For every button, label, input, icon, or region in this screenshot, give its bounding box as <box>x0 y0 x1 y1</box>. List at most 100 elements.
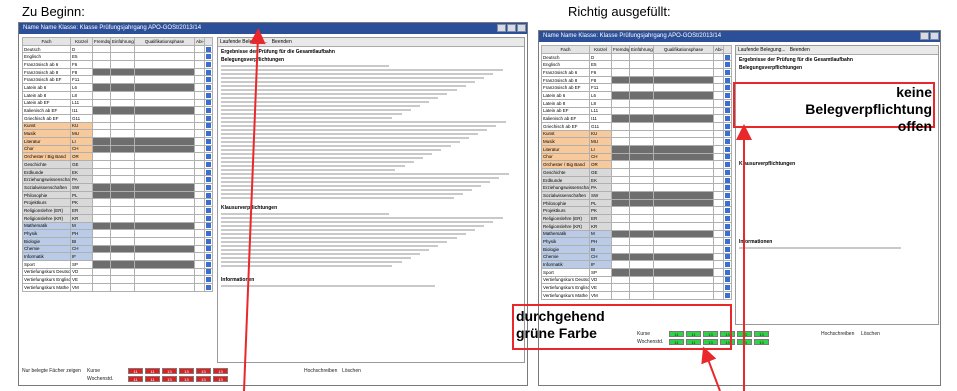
row-action[interactable] <box>723 144 732 154</box>
q-cell[interactable] <box>653 283 714 292</box>
q-cell[interactable] <box>134 190 195 200</box>
abi-cell[interactable] <box>713 229 724 239</box>
row-action[interactable] <box>723 91 732 100</box>
ef-cell[interactable] <box>629 91 654 100</box>
q-cell[interactable] <box>653 60 714 70</box>
row-action[interactable] <box>723 260 732 269</box>
row-action[interactable] <box>723 283 732 292</box>
fremdsp-cell[interactable] <box>611 175 630 185</box>
abi-cell[interactable] <box>713 75 724 85</box>
row-action[interactable] <box>204 60 213 69</box>
row-action[interactable] <box>204 244 213 254</box>
fremdsp-cell[interactable] <box>92 283 111 292</box>
ef-cell[interactable] <box>629 60 654 70</box>
abi-cell[interactable] <box>713 267 724 277</box>
row-action[interactable] <box>723 106 732 116</box>
abi-cell[interactable] <box>713 291 724 300</box>
abi-cell[interactable] <box>194 190 205 200</box>
ef-cell[interactable] <box>110 121 135 131</box>
fremdsp-cell[interactable] <box>611 52 630 62</box>
table-row[interactable]: Physik PH <box>22 229 213 238</box>
table-row[interactable]: Orchester / Big Band OR <box>541 160 732 169</box>
row-action[interactable] <box>204 136 213 146</box>
q-cell[interactable] <box>134 275 195 284</box>
ef-cell[interactable] <box>629 252 654 262</box>
fremdsp-cell[interactable] <box>611 252 630 262</box>
maximize-button[interactable] <box>920 32 929 40</box>
fremdsp-cell[interactable] <box>611 291 630 300</box>
abi-cell[interactable] <box>194 183 205 192</box>
q-cell[interactable] <box>653 252 714 262</box>
row-action[interactable] <box>723 267 732 277</box>
loeschen-label[interactable]: Löschen <box>861 331 880 337</box>
ef-cell[interactable] <box>110 244 135 254</box>
ef-cell[interactable] <box>629 152 654 162</box>
fremdsp-cell[interactable] <box>611 160 630 169</box>
q-cell[interactable] <box>653 244 714 254</box>
ef-cell[interactable] <box>629 121 654 131</box>
ef-cell[interactable] <box>629 168 654 177</box>
ef-cell[interactable] <box>629 260 654 269</box>
ef-cell[interactable] <box>629 75 654 85</box>
row-action[interactable] <box>204 144 213 154</box>
fremdsp-cell[interactable] <box>611 214 630 223</box>
q-cell[interactable] <box>134 75 195 85</box>
q-cell[interactable] <box>134 167 195 177</box>
q-cell[interactable] <box>134 229 195 238</box>
table-row[interactable]: Italienisch ab EF I11 <box>541 114 732 123</box>
row-action[interactable] <box>723 221 732 231</box>
abi-cell[interactable] <box>713 52 724 62</box>
table-row[interactable]: Physik PH <box>541 237 732 246</box>
table-row[interactable]: Französisch ab 6 F6 <box>541 68 732 77</box>
table-row[interactable]: Französisch ab EF F11 <box>22 75 213 85</box>
ef-cell[interactable] <box>110 183 135 192</box>
row-action[interactable] <box>204 90 213 100</box>
table-row[interactable]: Musik MU <box>541 137 732 146</box>
row-action[interactable] <box>204 259 213 269</box>
fremdsp-cell[interactable] <box>92 213 111 223</box>
beenden-button[interactable]: Beenden <box>790 47 810 53</box>
fremdsp-cell[interactable] <box>611 83 630 93</box>
q-cell[interactable] <box>134 129 195 138</box>
ef-cell[interactable] <box>110 267 135 277</box>
q-cell[interactable] <box>134 267 195 277</box>
table-row[interactable]: Italienisch ab EF I11 <box>22 106 213 115</box>
abi-cell[interactable] <box>194 67 205 77</box>
row-action[interactable] <box>723 237 732 246</box>
row-action[interactable] <box>723 229 732 239</box>
q-cell[interactable] <box>653 175 714 185</box>
table-row[interactable]: Literatur LI <box>22 136 213 146</box>
fremdsp-cell[interactable] <box>92 198 111 208</box>
abi-cell[interactable] <box>194 167 205 177</box>
abi-cell[interactable] <box>713 283 724 292</box>
ef-cell[interactable] <box>629 291 654 300</box>
hochschreiben-label[interactable]: Hochschreiben <box>821 331 854 337</box>
ef-cell[interactable] <box>629 114 654 123</box>
table-row[interactable]: Griechisch ab EF G11 <box>22 113 213 123</box>
row-action[interactable] <box>723 206 732 216</box>
abi-cell[interactable] <box>713 191 724 200</box>
abi-cell[interactable] <box>194 44 205 54</box>
abi-cell[interactable] <box>194 244 205 254</box>
table-row[interactable]: Deutsch D <box>22 44 213 54</box>
q-cell[interactable] <box>134 244 195 254</box>
fremdsp-cell[interactable] <box>611 191 630 200</box>
abi-cell[interactable] <box>713 214 724 223</box>
belegung-dropdown[interactable]: Laufende Belegung... <box>738 47 786 53</box>
close-button[interactable] <box>517 24 526 32</box>
ef-cell[interactable] <box>110 283 135 292</box>
fremdsp-cell[interactable] <box>92 267 111 277</box>
q-cell[interactable] <box>134 206 195 215</box>
row-action[interactable] <box>204 221 213 231</box>
fremdsp-cell[interactable] <box>611 260 630 269</box>
q-cell[interactable] <box>653 83 714 93</box>
table-row[interactable]: Vertiefungskurs Deutsch VD <box>541 275 732 285</box>
q-cell[interactable] <box>134 44 195 54</box>
abi-cell[interactable] <box>713 237 724 246</box>
table-row[interactable]: Latein ab 8 L8 <box>22 90 213 100</box>
row-action[interactable] <box>723 291 732 300</box>
row-action[interactable] <box>204 267 213 277</box>
fremdsp-cell[interactable] <box>92 275 111 284</box>
row-action[interactable] <box>204 67 213 77</box>
table-row[interactable]: Projektkurs PK <box>22 198 213 208</box>
